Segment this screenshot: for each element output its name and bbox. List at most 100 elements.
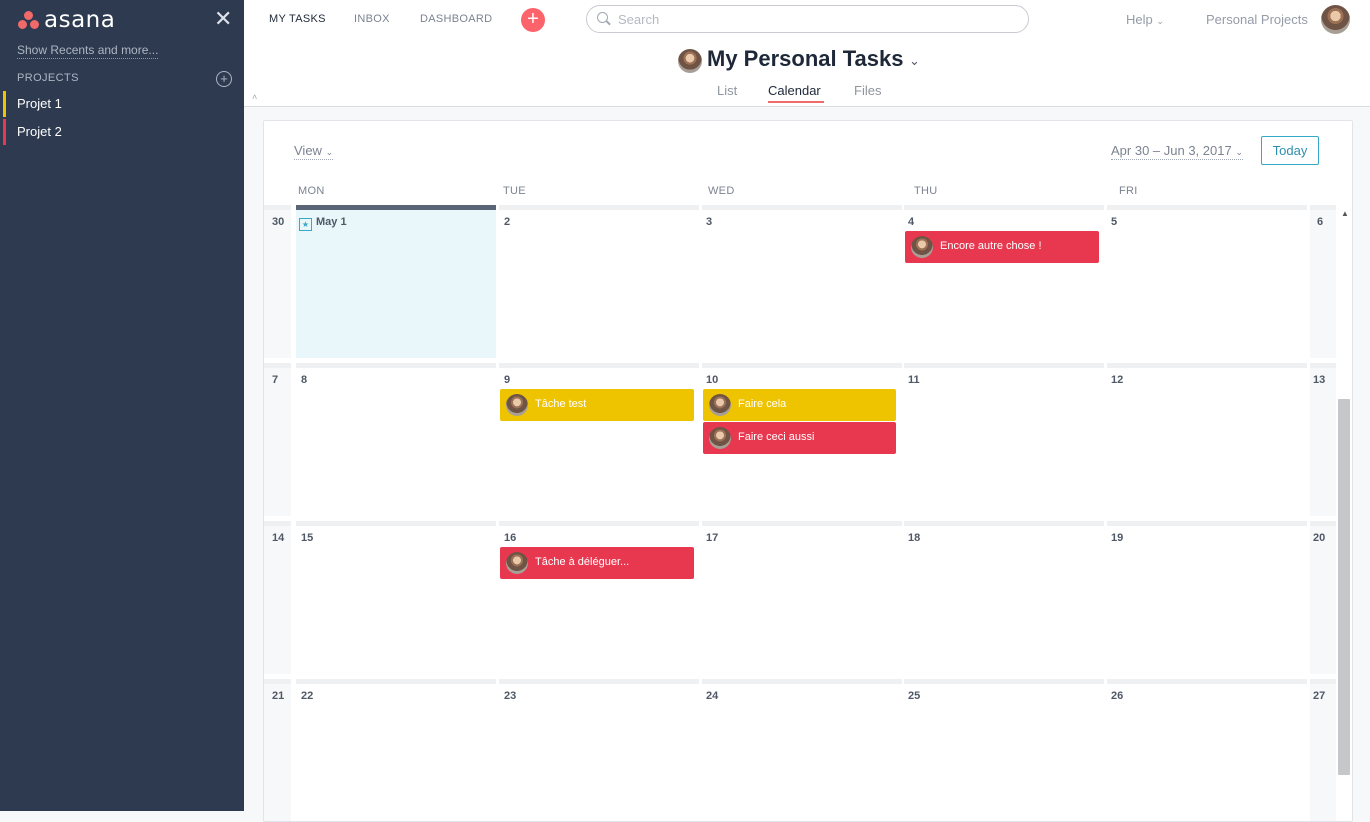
tab-files[interactable]: Files [854,83,881,98]
assignee-avatar [506,394,528,416]
date-range-dropdown[interactable]: Apr 30 – Jun 3, 2017 ⌄ [1111,143,1243,160]
day-cell[interactable]: 2 [499,205,699,358]
quick-add-button[interactable]: + [521,8,545,32]
day-cell[interactable]: 17 [702,521,902,674]
day-cell[interactable]: 8 [296,363,496,516]
task-card[interactable]: Tâche à déléguer... [500,547,694,579]
day-number: ★ May 1 [299,216,347,231]
day-number: 6 [1317,216,1324,228]
day-cell[interactable]: 16 [499,521,699,674]
day-cell[interactable]: 15 [296,521,496,674]
day-cell[interactable]: 27 [1310,679,1336,821]
day-cell[interactable]: 6 [1310,205,1336,358]
sidebar-item-label: Projet 1 [17,96,62,111]
today-button[interactable]: Today [1261,136,1319,165]
nav-inbox[interactable]: INBOX [354,13,390,25]
day-number: 2 [504,216,511,228]
day-cell[interactable]: 12 [1107,363,1307,516]
scroll-up-icon[interactable]: ▲ [1341,209,1349,218]
day-cell[interactable]: 24 [702,679,902,821]
user-avatar[interactable] [1321,5,1350,34]
show-recents-link[interactable]: Show Recents and more... [17,43,159,59]
active-tab-indicator [768,101,824,103]
task-card[interactable]: Faire ceci aussi [703,422,896,454]
day-number: 23 [504,690,517,702]
assignee-avatar [911,236,933,258]
day-cell[interactable]: 25 [904,679,1104,821]
day-number: 16 [504,532,517,544]
day-cell[interactable]: 4 [904,205,1104,358]
nav-my-tasks[interactable]: MY TASKS [269,13,326,25]
close-icon[interactable]: ✕ [214,8,232,30]
day-cell[interactable]: 11 [904,363,1104,516]
add-project-icon[interactable]: + [216,71,232,87]
calendar-week: 21 22 23 24 25 26 27 [264,679,1336,821]
day-cell[interactable]: 14 [264,521,291,674]
page-header: ˄ My Personal Tasks ⌄ List Calendar File… [244,40,1370,107]
weekday-header: THU [914,185,938,197]
day-number: 9 [504,374,511,386]
nav-dashboard[interactable]: DASHBOARD [420,13,492,25]
task-label: Tâche à déléguer... [535,556,630,568]
today-star-icon: ★ [299,218,312,231]
chevron-down-icon: ⌄ [1235,147,1243,157]
day-cell[interactable]: 30 [264,205,291,358]
day-number: 3 [706,216,713,228]
day-cell[interactable]: 9 [499,363,699,516]
day-number: 10 [706,374,719,386]
help-menu[interactable]: Help ⌄ [1126,12,1164,27]
view-dropdown[interactable]: View ⌄ [294,143,334,160]
task-card[interactable]: Encore autre chose ! [905,231,1099,263]
chevron-down-icon[interactable]: ⌄ [909,53,920,69]
tab-calendar[interactable]: Calendar [768,83,821,98]
day-number: 18 [908,532,921,544]
asana-logo[interactable]: asana [18,7,115,33]
day-cell[interactable]: 3 [702,205,902,358]
day-cell[interactable]: 18 [904,521,1104,674]
day-cell[interactable]: 21 [264,679,291,821]
day-cell[interactable]: 22 [296,679,496,821]
help-label: Help [1126,12,1153,27]
day-number: 25 [908,690,921,702]
search-input[interactable] [616,11,1020,28]
calendar-week: 30 ★ May 1 2 3 4 5 6 [264,205,1336,358]
day-cell[interactable]: 20 [1310,521,1336,674]
workspace-switcher[interactable]: Personal Projects [1206,12,1308,27]
sidebar-item-projet-2[interactable]: Projet 2 [0,119,244,145]
task-card[interactable]: Tâche test [500,389,694,421]
day-cell[interactable]: 23 [499,679,699,821]
weekday-header: MON [298,185,325,197]
day-cell[interactable]: 7 [264,363,291,516]
collapse-icon[interactable]: ˄ [252,92,257,102]
assignee-avatar [709,427,731,449]
logo-text: asana [44,7,116,33]
today-date: May 1 [316,216,347,228]
sidebar-item-projet-1[interactable]: Projet 1 [0,91,244,117]
day-cell-today[interactable]: ★ May 1 [296,205,496,358]
chevron-down-icon: ⌄ [1156,16,1164,26]
day-number: 13 [1313,374,1326,386]
top-bar: MY TASKS INBOX DASHBOARD + Help ⌄ Person… [244,0,1370,41]
day-number: 12 [1111,374,1124,386]
day-cell[interactable]: 13 [1310,363,1336,516]
task-label: Encore autre chose ! [940,240,1042,252]
day-number: 14 [272,532,285,544]
day-cell[interactable]: 5 [1107,205,1307,358]
task-label: Faire ceci aussi [738,431,815,443]
page-title[interactable]: My Personal Tasks [707,46,903,72]
task-card[interactable]: Faire cela [703,389,896,421]
title-avatar [678,49,702,73]
day-cell[interactable]: 26 [1107,679,1307,821]
tab-list[interactable]: List [717,83,737,98]
view-label: View [294,143,322,158]
assignee-avatar [506,552,528,574]
chevron-down-icon: ⌄ [325,147,334,157]
scrollbar-thumb[interactable] [1338,399,1350,775]
day-number: 17 [706,532,719,544]
day-cell[interactable]: 19 [1107,521,1307,674]
day-number: 27 [1313,690,1326,702]
day-number: 22 [301,690,314,702]
sidebar: asana ✕ Show Recents and more... PROJECT… [0,0,244,811]
day-number: 20 [1313,532,1326,544]
day-number: 4 [908,216,915,228]
